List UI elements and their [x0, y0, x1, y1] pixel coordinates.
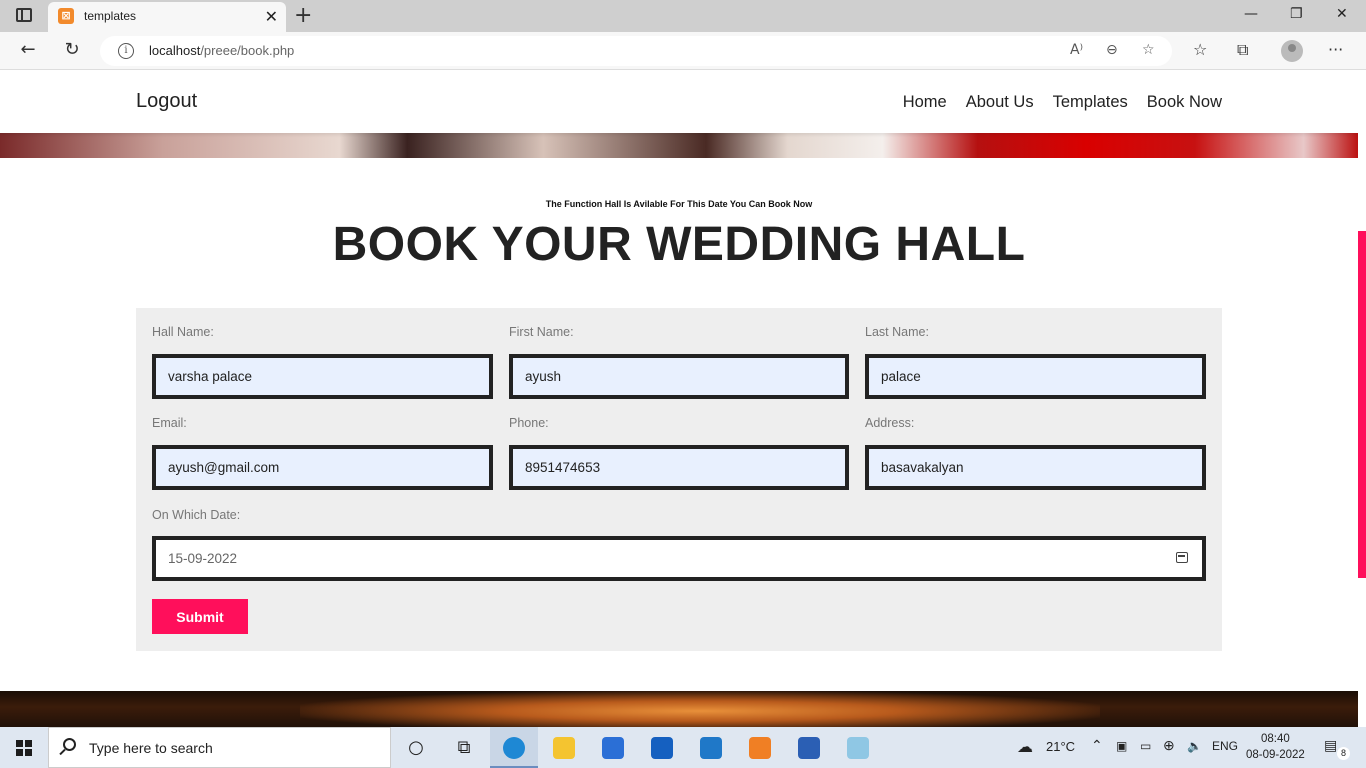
- volume-icon[interactable]: 🔈: [1187, 739, 1202, 753]
- cortana-icon[interactable]: ○: [392, 727, 440, 768]
- url-path: /preee/book.php: [200, 43, 295, 58]
- logout-link[interactable]: Logout: [136, 90, 197, 113]
- browser-tab[interactable]: ⊠ templates ✕: [48, 2, 286, 32]
- url-field[interactable]: i localhost/preee/book.php A⁾ ⊖ ☆: [100, 36, 1172, 66]
- main-nav: Home About Us Templates Book Now: [903, 93, 1222, 112]
- booking-date-input[interactable]: [152, 536, 1206, 581]
- hero-banner-image: [0, 133, 1358, 158]
- date-label: On Which Date:: [152, 508, 241, 522]
- page-title: BOOK YOUR WEDDING HALL: [332, 218, 1026, 271]
- address-bar: ← ↻ i localhost/preee/book.php A⁾ ⊖ ☆ ☆ …: [0, 32, 1366, 70]
- notepad-icon[interactable]: [834, 727, 882, 768]
- edge-app-icon[interactable]: [490, 727, 538, 768]
- hall-name-input[interactable]: [152, 354, 493, 399]
- zoom-icon[interactable]: ⊖: [1106, 42, 1118, 58]
- booking-form: Hall Name: First Name: Last Name: Email:…: [136, 308, 1222, 651]
- browser-tab-bar: ⊠ templates ✕ + — ❐ ✕: [0, 0, 1366, 32]
- store-icon[interactable]: [589, 727, 637, 768]
- site-header: Logout Home About Us Templates Book Now: [0, 71, 1358, 133]
- battery-icon[interactable]: ▭: [1140, 739, 1151, 753]
- add-favorite-icon[interactable]: ☆: [1142, 42, 1155, 58]
- refresh-icon[interactable]: ↻: [60, 39, 84, 60]
- word-icon[interactable]: [785, 727, 833, 768]
- submit-button[interactable]: Submit: [152, 599, 248, 634]
- task-view-icon[interactable]: ⧉: [440, 727, 488, 768]
- profile-avatar[interactable]: [1281, 40, 1303, 62]
- nav-about-us[interactable]: About Us: [966, 93, 1034, 112]
- notification-count-badge: 8: [1337, 747, 1350, 760]
- phone-label: Phone:: [509, 416, 549, 430]
- clock-date: 08-09-2022: [1246, 749, 1305, 761]
- vscode-icon[interactable]: [687, 727, 735, 768]
- language-indicator[interactable]: ENG: [1212, 739, 1238, 753]
- web-page: Logout Home About Us Templates Book Now …: [0, 71, 1358, 727]
- last-name-input[interactable]: [865, 354, 1206, 399]
- mail-icon[interactable]: [638, 727, 686, 768]
- scrollbar-thumb[interactable]: [1358, 231, 1366, 578]
- phone-input[interactable]: [509, 445, 849, 490]
- collections-icon[interactable]: ⧉: [1237, 40, 1248, 60]
- tab-title: templates: [84, 9, 137, 23]
- calendar-icon[interactable]: [1176, 552, 1188, 563]
- first-name-label: First Name:: [509, 325, 574, 339]
- clock-time: 08:40: [1261, 733, 1290, 745]
- notification-center-icon[interactable]: ▤: [1324, 737, 1337, 754]
- tab-actions-icon[interactable]: [16, 8, 32, 22]
- info-icon[interactable]: i: [118, 43, 134, 59]
- taskbar-search-box[interactable]: Type here to search: [48, 727, 391, 768]
- minimize-icon[interactable]: —: [1244, 6, 1258, 22]
- email-input[interactable]: [152, 445, 493, 490]
- address-input[interactable]: [865, 445, 1206, 490]
- windows-start-icon[interactable]: [16, 740, 32, 756]
- xampp-icon[interactable]: [736, 727, 784, 768]
- weather-icon[interactable]: ☁: [1017, 737, 1033, 757]
- first-name-input[interactable]: [509, 354, 849, 399]
- page-scrollbar[interactable]: [1358, 71, 1366, 727]
- more-options-icon[interactable]: ···: [1328, 40, 1343, 59]
- nav-book-now[interactable]: Book Now: [1147, 93, 1222, 112]
- search-icon: [63, 738, 76, 751]
- availability-message: The Function Hall Is Avilable For This D…: [545, 199, 813, 209]
- read-aloud-icon[interactable]: A⁾: [1070, 42, 1083, 58]
- close-window-icon[interactable]: ✕: [1336, 6, 1348, 22]
- show-hidden-icons-icon[interactable]: ⌃: [1091, 737, 1103, 754]
- weather-temp[interactable]: 21°C: [1046, 739, 1075, 754]
- email-label: Email:: [152, 416, 187, 430]
- favorites-icon[interactable]: ☆: [1193, 40, 1207, 59]
- nav-home[interactable]: Home: [903, 93, 947, 112]
- new-tab-icon[interactable]: +: [294, 3, 312, 28]
- meet-now-icon[interactable]: ▣: [1116, 739, 1127, 753]
- network-icon[interactable]: ⊕: [1163, 737, 1175, 754]
- close-tab-icon[interactable]: ✕: [265, 7, 278, 26]
- last-name-label: Last Name:: [865, 325, 929, 339]
- url-text[interactable]: localhost/preee/book.php: [149, 43, 294, 58]
- back-icon[interactable]: ←: [16, 39, 40, 60]
- hall-name-label: Hall Name:: [152, 325, 214, 339]
- windows-taskbar: Type here to search ○ ⧉ ☁ 21°C ⌃ ▣ ▭ ⊕ 🔈…: [0, 727, 1366, 768]
- url-host: localhost: [149, 43, 201, 58]
- footer-sunset-image: [0, 691, 1358, 727]
- xampp-favicon-icon: ⊠: [58, 8, 74, 24]
- restore-icon[interactable]: ❐: [1290, 6, 1303, 22]
- nav-templates[interactable]: Templates: [1053, 93, 1128, 112]
- search-placeholder: Type here to search: [89, 740, 213, 756]
- file-explorer-icon[interactable]: [540, 727, 588, 768]
- address-label: Address:: [865, 416, 915, 430]
- system-clock[interactable]: 08:40 08-09-2022: [1246, 731, 1305, 763]
